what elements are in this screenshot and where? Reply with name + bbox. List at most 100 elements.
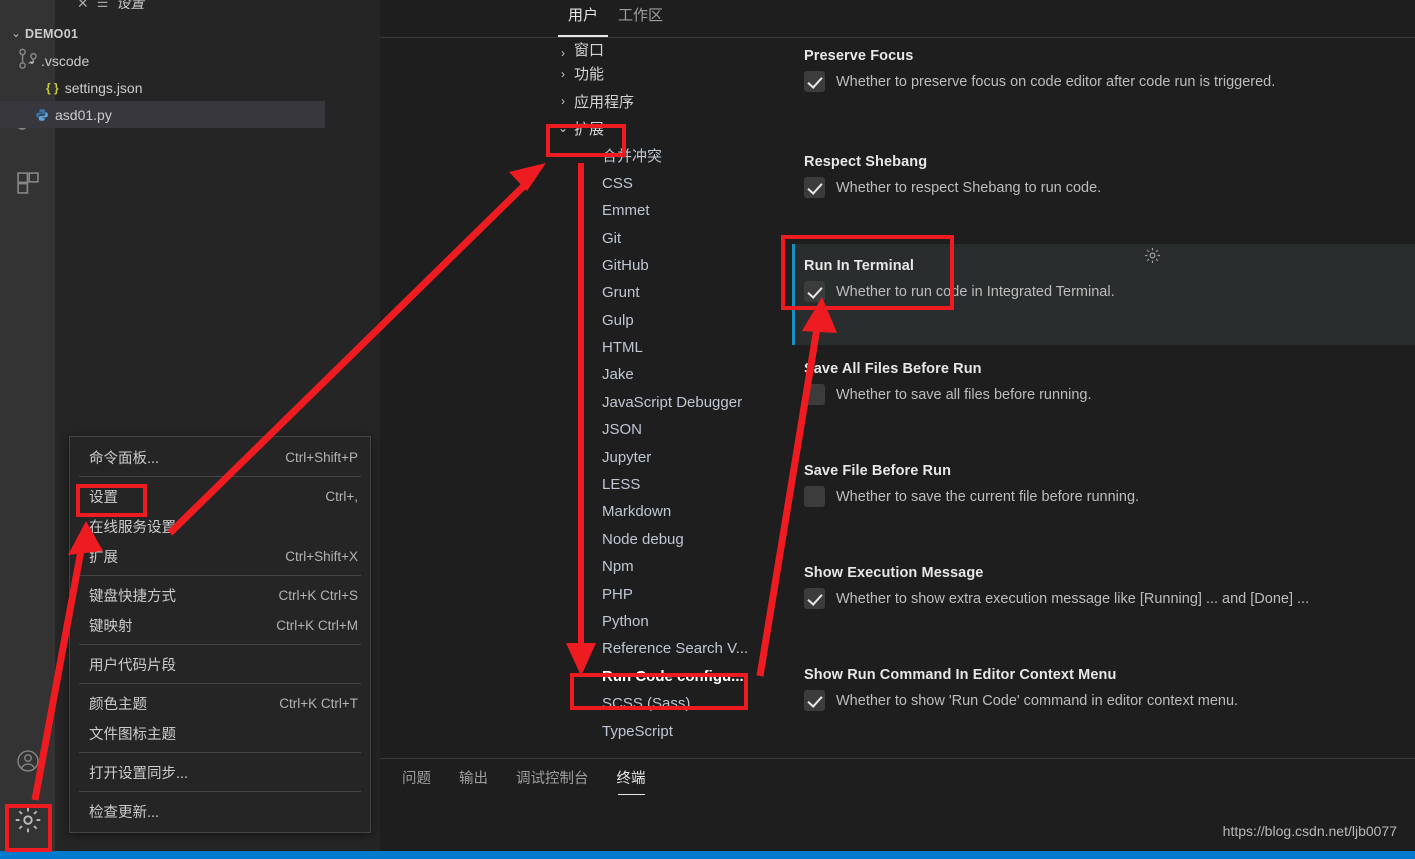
menu-item-file-icon-theme[interactable]: 文件图标主题 — [70, 718, 370, 748]
setting-checkbox[interactable] — [804, 486, 825, 507]
menu-separator — [79, 683, 361, 684]
toc-item-less[interactable]: LESS — [552, 471, 782, 498]
toc-item-jake[interactable]: Jake — [552, 361, 782, 388]
chevron-right-icon: › — [561, 66, 565, 81]
toc-item-extensions[interactable]: ⌄ 扩展 — [552, 115, 782, 142]
menu-item-settings-sync[interactable]: 打开设置同步... — [70, 757, 370, 787]
setting-checkbox[interactable] — [804, 281, 825, 302]
toc-item-label: SCSS (Sass) — [602, 695, 691, 713]
tab-workspace[interactable]: 工作区 — [608, 0, 673, 37]
menu-item-label: 文件图标主题 — [89, 726, 176, 743]
menu-item-online-services[interactable]: 在线服务设置 — [70, 511, 370, 541]
setting-checkbox[interactable] — [804, 384, 825, 405]
menu-item-keyboard-shortcuts[interactable]: 键盘快捷方式 Ctrl+K Ctrl+S — [70, 580, 370, 610]
toc-item-html[interactable]: HTML — [552, 334, 782, 361]
setting-description: Whether to respect Shebang to run code. — [836, 179, 1102, 196]
chevron-right-icon: › — [561, 94, 565, 109]
toc-item-python[interactable]: Python — [552, 608, 782, 635]
toc-item-run-code-configuration[interactable]: Run Code configu... — [552, 663, 782, 690]
toc-item-php[interactable]: PHP — [552, 580, 782, 607]
setting-show-run-command-in-editor-context-menu[interactable]: Show Run Command In Editor Context Menu … — [792, 655, 1415, 757]
setting-description: Whether to save the current file before … — [836, 488, 1140, 505]
manage-gear-icon[interactable] — [0, 789, 55, 851]
toc-item-gulp[interactable]: Gulp — [552, 307, 782, 334]
menu-item-label: 检查更新... — [89, 804, 160, 821]
panel-tab-problems[interactable]: 问题 — [402, 765, 431, 795]
tab-user[interactable]: 用户 — [558, 0, 609, 37]
setting-description: Whether to save all files before running… — [836, 386, 1092, 403]
toc-item-features[interactable]: › 功能 — [552, 60, 782, 87]
toc-item-application[interactable]: › 应用程序 — [552, 87, 782, 114]
settings-list: Preserve Focus Whether to preserve focus… — [792, 40, 1415, 758]
setting-checkbox[interactable] — [804, 690, 825, 711]
explorer-item-settings-json[interactable]: { } settings.json — [0, 74, 325, 101]
explorer-item-asd01-py[interactable]: asd01.py — [0, 101, 325, 128]
extensions-icon[interactable] — [0, 152, 55, 214]
toc-item-javascript-debugger[interactable]: JavaScript Debugger — [552, 389, 782, 416]
toc-item-npm[interactable]: Npm — [552, 553, 782, 580]
menu-item-label: 命令面板... — [89, 450, 160, 467]
toc-item-css[interactable]: CSS — [552, 170, 782, 197]
setting-title: Show Run Command In Editor Context Menu — [804, 667, 1117, 683]
setting-checkbox[interactable] — [804, 71, 825, 92]
menu-item-label: 键盘快捷方式 — [89, 588, 176, 605]
toc-item-typescript[interactable]: TypeScript — [552, 717, 782, 744]
setting-title: Save File Before Run — [804, 463, 952, 479]
toc-item-label: 扩展 — [574, 120, 605, 138]
menu-item-shortcut: Ctrl+Shift+P — [285, 449, 358, 465]
setting-run-in-terminal[interactable]: Run In Terminal Whether to run code in I… — [792, 244, 1415, 345]
menu-item-keymaps[interactable]: 键映射 Ctrl+K Ctrl+M — [70, 610, 370, 640]
toc-item-jupyter[interactable]: Jupyter — [552, 443, 782, 470]
tab-label: 用户 — [568, 7, 599, 24]
panel-tab-output[interactable]: 输出 — [459, 765, 488, 795]
setting-save-all-files-before-run[interactable]: Save All Files Before Run Whether to sav… — [792, 345, 1415, 451]
toc-item-grunt[interactable]: Grunt — [552, 279, 782, 306]
setting-save-file-before-run[interactable]: Save File Before Run Whether to save the… — [792, 451, 1415, 553]
toc-item-json[interactable]: JSON — [552, 416, 782, 443]
menu-item-command-palette[interactable]: 命令面板... Ctrl+Shift+P — [70, 442, 370, 472]
editor-tab-settings[interactable]: ✕ ☰ 设置 — [77, 0, 144, 18]
explorer-item-vscode[interactable]: ⌄ .vscode — [0, 47, 325, 74]
panel-tabs: 问题 输出 调试控制台 终端 — [380, 759, 1415, 801]
setting-respect-shebang[interactable]: Respect Shebang Whether to respect Sheba… — [792, 142, 1415, 244]
toc-item-git[interactable]: Git — [552, 224, 782, 251]
toc-item-github[interactable]: GitHub — [552, 252, 782, 279]
setting-gear-icon[interactable] — [1143, 246, 1162, 270]
explorer-root-row[interactable]: ⌄ DEMO01 — [0, 20, 325, 47]
explorer-item-label: asd01.py — [55, 106, 112, 123]
toc-item-label: Run Code configu... — [602, 667, 744, 685]
toc-item-emmet[interactable]: Emmet — [552, 197, 782, 224]
menu-item-check-updates[interactable]: 检查更新... — [70, 796, 370, 826]
toc-item-label: HTML — [602, 339, 643, 357]
setting-checkbox[interactable] — [804, 177, 825, 198]
account-icon[interactable] — [0, 733, 55, 789]
panel-tab-terminal[interactable]: 终端 — [617, 765, 646, 795]
chevron-down-icon: ⌄ — [27, 55, 37, 67]
menu-item-settings[interactable]: 设置 Ctrl+, — [70, 481, 370, 511]
menu-separator — [79, 752, 361, 753]
menu-item-extensions[interactable]: 扩展 Ctrl+Shift+X — [70, 541, 370, 571]
toc-item-label: Jake — [602, 366, 634, 384]
toc-item-node-debug[interactable]: Node debug — [552, 526, 782, 553]
editor-tab-label: 设置 — [116, 0, 145, 11]
menu-item-color-theme[interactable]: 颜色主题 Ctrl+K Ctrl+T — [70, 688, 370, 718]
setting-show-execution-message[interactable]: Show Execution Message Whether to show e… — [792, 553, 1415, 655]
menu-item-shortcut: Ctrl+K Ctrl+M — [276, 617, 358, 633]
toc-item-merge-conflict[interactable]: 合并冲突 — [552, 142, 782, 169]
toc-item-label: Npm — [602, 558, 634, 576]
close-icon[interactable]: ✕ — [77, 0, 89, 12]
menu-item-shortcut: Ctrl+Shift+X — [285, 548, 358, 564]
toc-item-markdown[interactable]: Markdown — [552, 498, 782, 525]
settings-tab-icon: ☰ — [96, 0, 109, 10]
menu-item-label: 键映射 — [89, 618, 133, 635]
toc-item-reference-search-view[interactable]: Reference Search V... — [552, 635, 782, 662]
panel-tab-debug-console[interactable]: 调试控制台 — [516, 765, 589, 795]
toc-item-label: 窗口 — [574, 42, 605, 59]
menu-item-user-snippets[interactable]: 用户代码片段 — [70, 649, 370, 679]
setting-preserve-focus[interactable]: Preserve Focus Whether to preserve focus… — [792, 40, 1415, 142]
setting-title: Save All Files Before Run — [804, 361, 982, 377]
toc-item-scss-sass[interactable]: SCSS (Sass) — [552, 690, 782, 717]
toc-item-window[interactable]: › 窗口 — [552, 40, 782, 60]
toc-item-label: Grunt — [602, 284, 640, 302]
setting-checkbox[interactable] — [804, 588, 825, 609]
